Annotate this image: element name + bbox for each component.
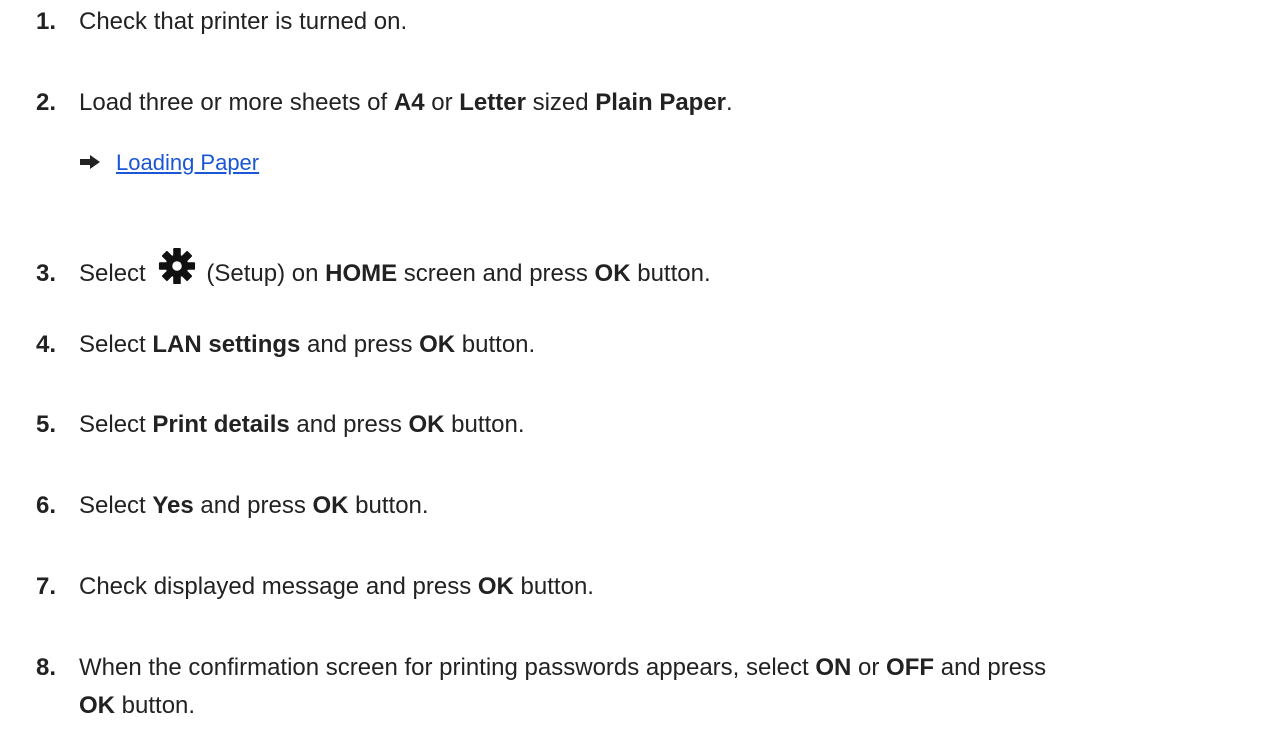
- step-2: 2. Load three or more sheets of A4 or Let…: [36, 87, 733, 119]
- step-text: and press: [934, 654, 1047, 681]
- off-label: OFF: [886, 654, 935, 681]
- step-8-continuation: OK button.: [79, 690, 195, 722]
- ok-button-label: OK: [594, 260, 631, 287]
- step-number: 6.: [36, 492, 57, 519]
- paper-size-letter: Letter: [459, 89, 526, 116]
- paper-type: Plain Paper: [595, 89, 727, 116]
- step-number: 8.: [36, 654, 57, 681]
- step-number: 7.: [36, 573, 57, 600]
- step-text: or: [851, 654, 887, 681]
- step-text: Check displayed message and press: [79, 573, 478, 600]
- step-text: Load three or more sheets of: [79, 89, 394, 116]
- step-number: 1.: [36, 8, 57, 35]
- step-text: Check that printer is turned on.: [79, 8, 408, 35]
- right-arrow-icon: [80, 155, 100, 170]
- lan-settings-label: LAN settings: [152, 331, 301, 358]
- step-8: 8. When the confirmation screen for print…: [36, 652, 1046, 684]
- step-7: 7. Check displayed message and press OK b…: [36, 571, 594, 603]
- step-6: 6. Select Yes and press OK button.: [36, 490, 429, 522]
- step-text: button.: [115, 692, 196, 719]
- step-text: and press: [193, 492, 313, 519]
- step-4: 4. Select LAN settings and press OK butto…: [36, 329, 535, 361]
- step-text: .: [726, 89, 733, 116]
- step-1: 1. Check that printer is turned on.: [36, 6, 407, 38]
- step-number: 4.: [36, 331, 57, 358]
- step-text: When the confirmation screen for printin…: [79, 654, 816, 681]
- ok-button-label: OK: [408, 411, 445, 438]
- ok-button-label: OK: [79, 692, 115, 719]
- yes-label: Yes: [152, 492, 194, 519]
- step-number: 2.: [36, 89, 57, 116]
- step-text: button.: [630, 260, 711, 287]
- step-text: and press: [300, 331, 420, 358]
- step-text: button.: [513, 573, 594, 600]
- step-text: button.: [444, 411, 525, 438]
- loading-paper-link[interactable]: Loading Paper: [116, 150, 259, 175]
- ok-button-label: OK: [477, 573, 514, 600]
- step-text: sized: [525, 89, 596, 116]
- ok-button-label: OK: [419, 331, 456, 358]
- paper-size-a4: A4: [393, 89, 425, 116]
- on-label: ON: [815, 654, 852, 681]
- step-text: Select: [79, 492, 153, 519]
- step-text: Select: [79, 260, 153, 287]
- step-text: screen and press: [397, 260, 595, 287]
- loading-paper-link-row: Loading Paper: [80, 148, 259, 178]
- step-text: and press: [289, 411, 409, 438]
- step-5: 5. Select Print details and press OK butt…: [36, 409, 525, 441]
- print-details-label: Print details: [152, 411, 290, 438]
- step-number: 3.: [36, 260, 57, 287]
- step-text: Select: [79, 411, 153, 438]
- ok-button-label: OK: [312, 492, 349, 519]
- gear-icon: [159, 247, 196, 285]
- step-number: 5.: [36, 411, 57, 438]
- step-text: or: [424, 89, 460, 116]
- step-text: (Setup) on: [206, 260, 326, 287]
- home-screen-label: HOME: [325, 260, 398, 287]
- step-text: button.: [348, 492, 429, 519]
- step-text: button.: [455, 331, 536, 358]
- step-text: Select: [79, 331, 153, 358]
- step-3: 3. Select (Setup) on HOME screen and pres…: [36, 247, 711, 290]
